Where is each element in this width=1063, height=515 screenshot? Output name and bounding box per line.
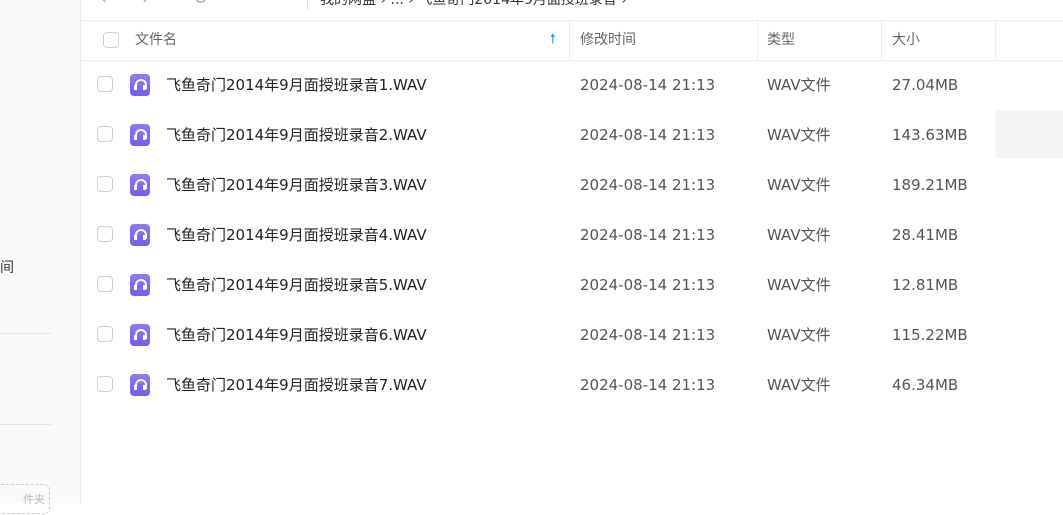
row-checkbox[interactable] (97, 376, 113, 392)
file-list: 飞鱼奇门2014年9月面授班录音1.WAV 2024-08-14 21:13 W… (80, 60, 1063, 410)
file-name[interactable]: 飞鱼奇门2014年9月面授班录音2.WAV (166, 110, 427, 160)
file-size: 27.04MB (892, 76, 959, 94)
audio-file-icon (130, 274, 150, 296)
file-name[interactable]: 飞鱼奇门2014年9月面授班录音7.WAV (166, 360, 427, 410)
file-modified-time: 2024-08-14 21:13 (580, 226, 716, 244)
file-modified-time: 2024-08-14 21:13 (580, 176, 716, 194)
file-modified-time: 2024-08-14 21:13 (580, 76, 716, 94)
column-header-modified[interactable]: 修改时间 (580, 20, 758, 60)
select-all-checkbox[interactable] (103, 32, 119, 48)
file-modified-time: 2024-08-14 21:13 (580, 326, 716, 344)
sidebar: 间 件夹 (0, 0, 81, 514)
file-row[interactable]: 飞鱼奇门2014年9月面授班录音6.WAV 2024-08-14 21:13 W… (80, 310, 1063, 360)
file-name[interactable]: 飞鱼奇门2014年9月面授班录音4.WAV (166, 210, 427, 260)
row-checkbox[interactable] (97, 76, 113, 92)
audio-file-icon (130, 324, 150, 346)
column-header-size[interactable]: 大小 (892, 20, 996, 60)
file-size: 12.81MB (892, 276, 959, 294)
audio-file-icon (130, 74, 150, 96)
file-type: WAV文件 (767, 176, 831, 194)
file-size: 46.34MB (892, 376, 959, 394)
breadcrumb[interactable]: 我的网盘 › ... › 飞鱼奇门2014年9月面授班录音 › (320, 0, 627, 9)
new-folder-button[interactable]: 件夹 (0, 484, 50, 514)
file-row[interactable]: 飞鱼奇门2014年9月面授班录音4.WAV 2024-08-14 21:13 W… (80, 210, 1063, 260)
file-modified-time: 2024-08-14 21:13 (580, 276, 716, 294)
file-row[interactable]: 飞鱼奇门2014年9月面授班录音7.WAV 2024-08-14 21:13 W… (80, 360, 1063, 410)
sidebar-divider (0, 333, 51, 334)
audio-file-icon (130, 374, 150, 396)
audio-file-icon (130, 124, 150, 146)
row-checkbox[interactable] (97, 126, 113, 142)
file-size: 189.21MB (892, 176, 968, 194)
file-type: WAV文件 (767, 226, 831, 244)
sidebar-item-label[interactable]: 间 (0, 257, 14, 277)
file-row[interactable]: 飞鱼奇门2014年9月面授班录音3.WAV 2024-08-14 21:13 W… (80, 160, 1063, 210)
row-checkbox[interactable] (97, 276, 113, 292)
navigation-bar: ‹ › ↻ 我的网盘 › ... › 飞鱼奇门2014年9月面授班录音 › (80, 0, 1063, 21)
file-list-header: 文件名 🠕 修改时间 类型 大小 (80, 20, 1063, 61)
column-header-name[interactable]: 文件名 (135, 20, 570, 60)
file-type: WAV文件 (767, 76, 831, 94)
file-size: 143.63MB (892, 126, 968, 144)
file-name[interactable]: 飞鱼奇门2014年9月面授班录音6.WAV (166, 310, 427, 360)
file-row[interactable]: 飞鱼奇门2014年9月面授班录音2.WAV 2024-08-14 21:13 W… (80, 110, 1063, 160)
row-checkbox[interactable] (97, 326, 113, 342)
row-checkbox[interactable] (97, 226, 113, 242)
audio-file-icon (130, 224, 150, 246)
arrow-up-icon[interactable]: 🠕 (550, 20, 556, 60)
file-type: WAV文件 (767, 126, 831, 144)
file-modified-time: 2024-08-14 21:13 (580, 376, 716, 394)
file-type: WAV文件 (767, 376, 831, 394)
file-size: 28.41MB (892, 226, 959, 244)
nav-divider (307, 0, 308, 10)
column-header-type[interactable]: 类型 (767, 20, 882, 60)
file-name[interactable]: 飞鱼奇门2014年9月面授班录音5.WAV (166, 260, 427, 310)
forward-icon[interactable]: › (142, 0, 149, 9)
file-type: WAV文件 (767, 276, 831, 294)
audio-file-icon (130, 174, 150, 196)
sidebar-divider (0, 424, 51, 425)
file-row[interactable]: 飞鱼奇门2014年9月面授班录音5.WAV 2024-08-14 21:13 W… (80, 260, 1063, 310)
file-row[interactable]: 飞鱼奇门2014年9月面授班录音1.WAV 2024-08-14 21:13 W… (80, 60, 1063, 110)
refresh-icon[interactable]: ↻ (193, 0, 208, 9)
row-checkbox[interactable] (97, 176, 113, 192)
file-type: WAV文件 (767, 326, 831, 344)
file-name[interactable]: 飞鱼奇门2014年9月面授班录音3.WAV (166, 160, 427, 210)
file-name[interactable]: 飞鱼奇门2014年9月面授班录音1.WAV (166, 60, 427, 110)
back-icon[interactable]: ‹ (100, 0, 107, 9)
file-size: 115.22MB (892, 326, 968, 344)
file-modified-time: 2024-08-14 21:13 (580, 126, 716, 144)
